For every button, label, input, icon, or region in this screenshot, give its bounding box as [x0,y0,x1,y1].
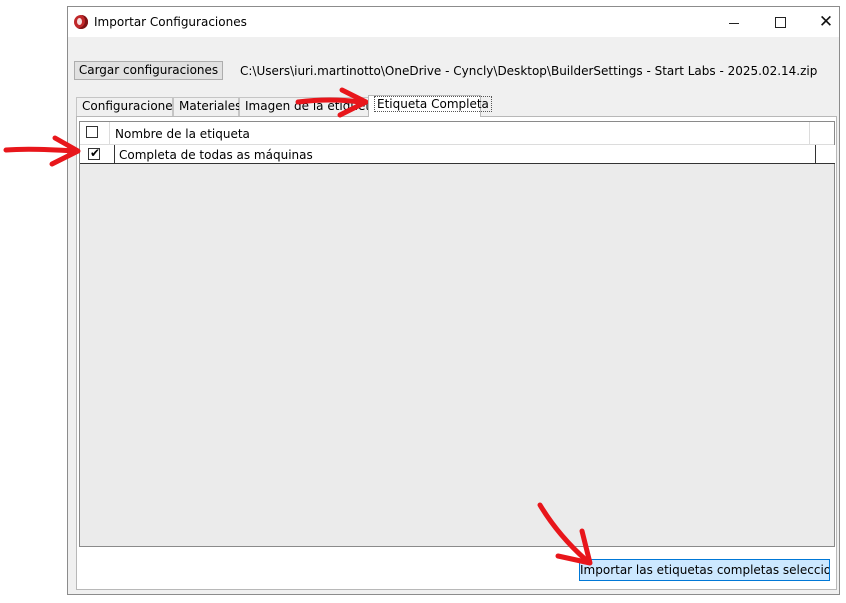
load-settings-button[interactable]: Cargar configuraciones [74,61,223,80]
tab-etiqueta-completa[interactable]: Etiqueta Completa [368,95,492,117]
window-title: Importar Configuraciones [94,15,247,29]
grid-header: Nombre de la etiqueta [80,122,834,145]
tab-panel-etiqueta-completa: Nombre de la etiqueta ✔ Completa de toda… [76,116,837,590]
tab-label: Materiales [179,99,242,113]
tab-label: Imagen de la etiqueta [245,99,369,113]
row-checkbox[interactable]: ✔ [88,146,101,160]
column-divider [809,122,810,144]
maximize-icon[interactable] [757,7,803,37]
close-icon[interactable]: ✕ [803,7,846,37]
tab-configuraciones[interactable]: Configuraciones [76,97,179,116]
import-selected-labels-button[interactable]: Importar las etiquetas completas selecci… [579,559,830,581]
app-logo-icon [74,15,88,29]
tab-label: Configuraciones [82,99,179,113]
labels-grid: Nombre de la etiqueta ✔ Completa de toda… [79,121,835,547]
tab-label: Etiqueta Completa [374,96,492,112]
row-check-cell: ✔ [80,145,115,163]
arrow-to-row-checkbox-icon [3,146,78,154]
checkmark-icon: ✔ [90,146,101,160]
column-header-name[interactable]: Nombre de la etiqueta [115,127,250,141]
import-settings-window: Importar Configuraciones ✕ Cargar config… [67,6,840,595]
minimize-icon[interactable] [711,7,757,37]
table-row[interactable]: ✔ Completa de todas as máquinas [80,145,835,164]
select-all-checkbox[interactable] [86,126,98,138]
tab-imagen-etiqueta[interactable]: Imagen de la etiqueta [239,97,369,116]
tab-materiales[interactable]: Materiales [173,97,242,116]
file-path-label: C:\Users\iuri.martinotto\OneDrive - Cync… [240,64,818,78]
row-label: Completa de todas as máquinas [119,148,313,162]
title-bar: Importar Configuraciones ✕ [68,7,839,37]
select-all-cell [80,122,110,144]
row-divider [815,145,816,163]
